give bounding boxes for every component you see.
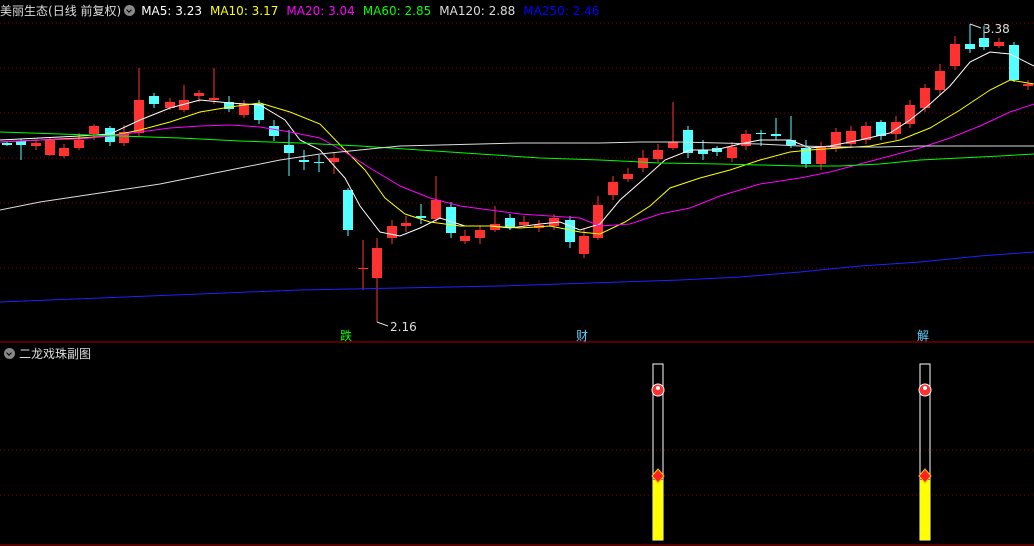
dragon-bar-2-fill	[920, 480, 930, 540]
sub-chart-title[interactable]: 二龙戏珠副图	[19, 347, 91, 361]
candle-body	[979, 38, 989, 47]
candle-body	[668, 142, 678, 148]
candle-body	[623, 174, 633, 179]
candle-body	[269, 126, 279, 136]
candle-body	[950, 44, 960, 66]
candle-body	[965, 44, 975, 49]
candle-body	[891, 122, 901, 134]
candle-body	[194, 93, 204, 96]
high-pointer	[969, 23, 982, 29]
candle-body	[31, 143, 41, 146]
candle-body	[2, 143, 12, 145]
candle-body	[698, 150, 708, 154]
dragon-bar-1-fill	[653, 480, 663, 540]
candle-body	[771, 134, 781, 136]
candle-body	[45, 140, 55, 155]
candle-body	[1023, 84, 1033, 86]
ma250-line	[0, 251, 1034, 303]
signal-marker-die: 跌	[340, 329, 353, 343]
candle-body	[935, 71, 945, 90]
ma120-line	[0, 141, 1034, 211]
candle-body	[579, 236, 589, 254]
candle-body	[358, 268, 368, 269]
candle-body	[905, 105, 915, 124]
candle-body	[994, 42, 1004, 46]
low-pointer	[376, 321, 389, 327]
candle-body	[149, 96, 159, 104]
candle-body	[505, 218, 515, 227]
signal-marker-cai: 财	[576, 329, 589, 343]
signal-marker-jie: 解	[917, 329, 930, 343]
candle-body	[209, 98, 219, 100]
candle-body	[134, 100, 144, 133]
candle-body	[343, 190, 353, 230]
candlestick-chart	[0, 22, 1034, 546]
candle-body	[727, 147, 737, 158]
candle-body	[653, 150, 663, 159]
candle-body	[431, 200, 441, 219]
ma60-line	[0, 131, 1034, 167]
sub-chart-header: 二龙戏珠副图	[2, 345, 91, 363]
chevron-down-icon[interactable]	[4, 348, 15, 359]
candle-body	[756, 133, 766, 134]
candle-body	[89, 126, 99, 134]
candle-body	[372, 248, 382, 278]
low-price-label: 2.16	[390, 320, 417, 334]
candle-body	[314, 162, 324, 163]
candle-body	[519, 222, 529, 225]
candle-body	[74, 140, 84, 148]
candle-body	[387, 226, 397, 238]
candle-body	[59, 148, 69, 156]
candle-body	[401, 223, 411, 226]
candle-body	[1009, 45, 1019, 80]
candle-body	[608, 182, 618, 195]
dragon-bar-2-upper-pearl-shine	[923, 386, 927, 390]
candle-body	[284, 145, 294, 153]
candle-body	[638, 158, 648, 168]
candle-body	[299, 160, 309, 162]
candle-body	[460, 236, 470, 241]
high-price-label: 3.38	[983, 22, 1010, 36]
dragon-bar-1-upper-pearl-shine	[656, 386, 660, 390]
candle-body	[475, 230, 485, 238]
